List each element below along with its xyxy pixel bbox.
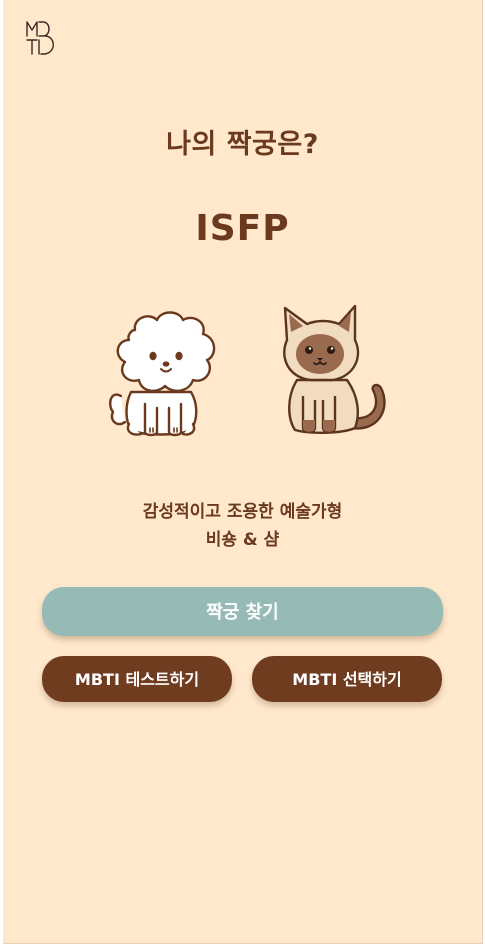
mbti-select-button[interactable]: MBTI 선택하기 — [252, 656, 442, 702]
app-screen: 나의 짝궁은? ISFP 감성적이고 조용한 예술가형 비숑 & 샴 짝궁 찾기… — [3, 0, 483, 944]
mbti-logo-icon[interactable] — [23, 18, 63, 58]
partner-pets: 비숑 & 샴 — [205, 530, 280, 550]
page-title: 나의 짝궁은? — [166, 129, 319, 160]
bichon-dog-illustration — [103, 308, 228, 440]
personality-description: 감성적이고 조용한 예술가형 — [142, 502, 343, 522]
logo-graphic — [26, 21, 54, 55]
mbti-type-label: ISFP — [195, 208, 290, 249]
mbti-test-button[interactable]: MBTI 테스트하기 — [42, 656, 232, 702]
find-partner-button[interactable]: 짝궁 찾기 — [42, 587, 443, 636]
siamese-cat-illustration — [273, 300, 389, 438]
